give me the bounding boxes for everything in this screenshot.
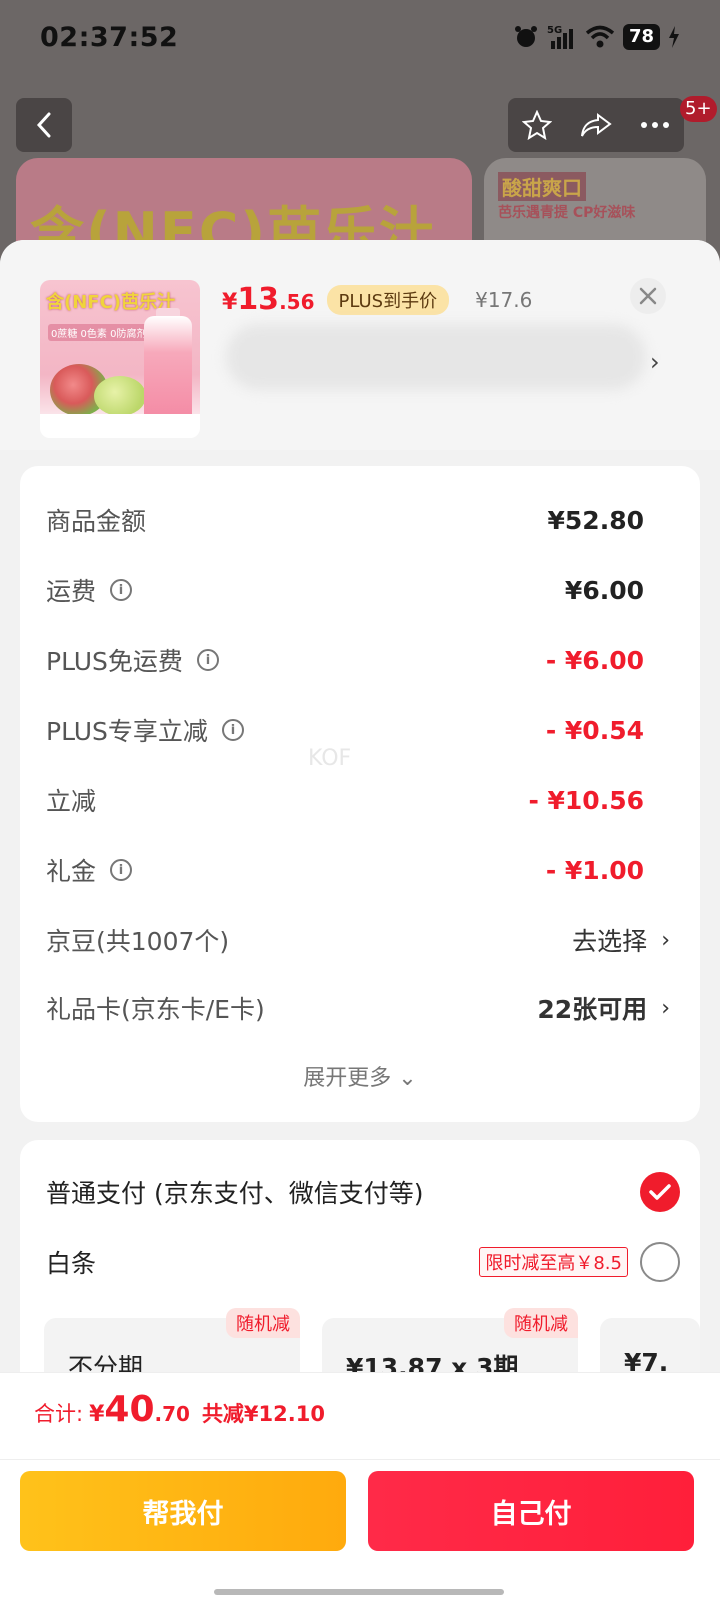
- svg-text:5G: 5G: [547, 25, 562, 36]
- random-discount-badge: 随机减: [504, 1308, 578, 1338]
- plus-price-tag: PLUS到手价: [326, 284, 450, 315]
- fee-label: 礼金: [46, 857, 97, 886]
- total-label: 合计:: [34, 1402, 84, 1426]
- total-decimal: .70: [154, 1402, 190, 1426]
- battery-indicator: 78: [622, 24, 660, 50]
- home-indicator[interactable]: [214, 1589, 504, 1595]
- fee-label: 立减: [46, 787, 97, 816]
- more-icon[interactable]: [640, 121, 670, 129]
- baitiao-promo-wrap: 限时减至高￥8.5: [479, 1242, 680, 1282]
- wifi-icon: [585, 25, 615, 48]
- product-thumbnail[interactable]: 含(NFC)芭乐汁 0蔗糖 0色素 0防腐剂: [40, 280, 200, 438]
- sheet-header: 含(NFC)芭乐汁 0蔗糖 0色素 0防腐剂 ¥ 13 .56 PLUS到手价 …: [0, 240, 720, 450]
- price-breakdown-card: 商品金额 ¥52.80 运费 i ¥6.00 PLUS免运费 i - ¥6.00 P…: [20, 466, 700, 1122]
- watermark: KOF: [308, 746, 352, 771]
- chevron-left-icon: [36, 112, 51, 138]
- giftcard-action[interactable]: 22张可用 ›: [537, 990, 670, 1026]
- fee-value: - ¥1.00: [545, 855, 644, 885]
- sku-selector-blurred[interactable]: [226, 324, 646, 390]
- payment-option-baitiao[interactable]: 白条 限时减至高￥8.5: [46, 1240, 680, 1284]
- payment-option-normal[interactable]: 普通支付 (京东支付、微信支付等): [46, 1170, 680, 1214]
- order-total: 合计: ¥ 40 .70 共减¥12.10: [34, 1389, 325, 1430]
- thumbnail-footer: [40, 414, 200, 438]
- chevron-right-icon[interactable]: ›: [650, 348, 660, 376]
- pay-myself-button[interactable]: 自己付: [368, 1471, 694, 1551]
- price-integer: 13: [237, 282, 280, 317]
- info-icon[interactable]: i: [110, 579, 133, 601]
- bottle-image: [144, 316, 192, 420]
- jingdou-label: 京豆(共1007个): [46, 927, 230, 956]
- fee-label-wrap: PLUS专享立减 i: [46, 712, 244, 748]
- jingdou-action[interactable]: 去选择 ›: [572, 922, 670, 958]
- back-button[interactable]: [16, 98, 72, 152]
- fee-label-wrap: PLUS免运费 i: [46, 642, 219, 678]
- payment-option-label: 普通支付 (京东支付、微信支付等): [46, 1179, 424, 1208]
- share-icon[interactable]: [580, 111, 612, 139]
- help-me-pay-button[interactable]: 帮我付: [20, 1471, 346, 1551]
- fee-label-wrap: 运费 i: [46, 572, 133, 608]
- info-icon[interactable]: i: [221, 719, 244, 741]
- jingdou-row[interactable]: 京豆(共1007个) 去选择 ›: [46, 920, 670, 960]
- status-icons: 5G 78: [513, 24, 680, 50]
- total-integer: 40: [104, 1389, 155, 1430]
- fee-label: 商品金额: [46, 507, 147, 536]
- fee-value: - ¥6.00: [545, 645, 644, 675]
- checkmark-icon: [649, 1184, 671, 1200]
- chevron-right-icon: ›: [661, 927, 670, 953]
- fee-label: PLUS免运费: [46, 647, 183, 676]
- fee-value: ¥6.00: [564, 575, 644, 605]
- giftcard-row[interactable]: 礼品卡(京东卡/E卡) 22张可用 ›: [46, 988, 670, 1028]
- chevron-right-icon: ›: [661, 995, 670, 1021]
- info-icon[interactable]: i: [110, 859, 133, 881]
- charging-icon: [669, 26, 679, 48]
- giftcard-action-label: 22张可用: [537, 995, 648, 1024]
- alarm-icon: [514, 26, 537, 47]
- fee-value: - ¥0.54: [545, 715, 644, 745]
- random-discount-badge: 随机减: [226, 1308, 300, 1338]
- payment-option-label: 白条: [46, 1249, 97, 1278]
- price-decimal: .56: [279, 290, 315, 314]
- fee-label-wrap: 礼金 i: [46, 852, 133, 888]
- price-currency: ¥: [222, 290, 238, 315]
- close-icon: [639, 287, 657, 305]
- nav-actions: [508, 98, 684, 152]
- status-time: 02:37:52: [40, 22, 179, 53]
- footer-divider: [0, 1459, 720, 1460]
- jingdou-action-label: 去选择: [572, 927, 648, 956]
- baitiao-promo-tag: 限时减至高￥8.5: [479, 1247, 628, 1277]
- fee-label: PLUS专享立减: [46, 717, 208, 746]
- fee-row-shipping: 运费 i ¥6.00: [46, 570, 644, 610]
- fee-row-plus-discount: PLUS专享立减 i - ¥0.54: [46, 710, 644, 750]
- fee-value: - ¥10.56: [528, 785, 644, 815]
- fee-row-goods-amount: 商品金额 ¥52.80: [46, 500, 644, 540]
- fee-label: 运费: [46, 577, 97, 606]
- product-price: ¥ 13 .56 PLUS到手价 ¥17.6: [222, 282, 532, 317]
- thumbnail-subtitle: 0蔗糖 0色素 0防腐剂: [48, 324, 150, 341]
- original-price: ¥17.6: [475, 287, 533, 312]
- banner-secondary-title: 酸甜爽口: [498, 172, 586, 201]
- total-saved: 共减¥12.10: [201, 1402, 325, 1426]
- payment-method-card: 普通支付 (京东支付、微信支付等) 白条 限时减至高￥8.5 随机减 不分期 随…: [20, 1140, 700, 1400]
- fee-row-gift-money: 礼金 i - ¥1.00: [46, 850, 644, 890]
- expand-more-button[interactable]: 展开更多 ⌄: [20, 1060, 700, 1092]
- fee-row-plus-free-shipping: PLUS免运费 i - ¥6.00: [46, 640, 644, 680]
- status-bar: 02:37:52 5G 78: [0, 0, 720, 80]
- giftcard-label: 礼品卡(京东卡/E卡): [46, 995, 265, 1024]
- expand-more-label: 展开更多: [303, 1066, 392, 1091]
- message-badge: 5+: [680, 96, 717, 122]
- checkout-footer: 合计: ¥ 40 .70 共减¥12.10 帮我付 自己付: [0, 1372, 720, 1600]
- close-button[interactable]: [630, 278, 666, 314]
- fee-value: ¥52.80: [547, 505, 644, 535]
- grape-image: [94, 376, 146, 416]
- banner-secondary-subtitle: 芭乐遇青提 CP好滋味: [498, 205, 636, 221]
- info-icon[interactable]: i: [196, 649, 219, 671]
- radio-checked-icon[interactable]: [640, 1172, 680, 1212]
- chevron-down-icon: ⌄: [398, 1066, 417, 1091]
- fee-row-instant-discount: 立减 - ¥10.56: [46, 780, 644, 820]
- radio-empty-icon[interactable]: [640, 1242, 680, 1282]
- star-icon[interactable]: [522, 110, 552, 140]
- total-currency: ¥: [89, 1402, 105, 1427]
- signal-5g-icon: 5G: [547, 25, 573, 49]
